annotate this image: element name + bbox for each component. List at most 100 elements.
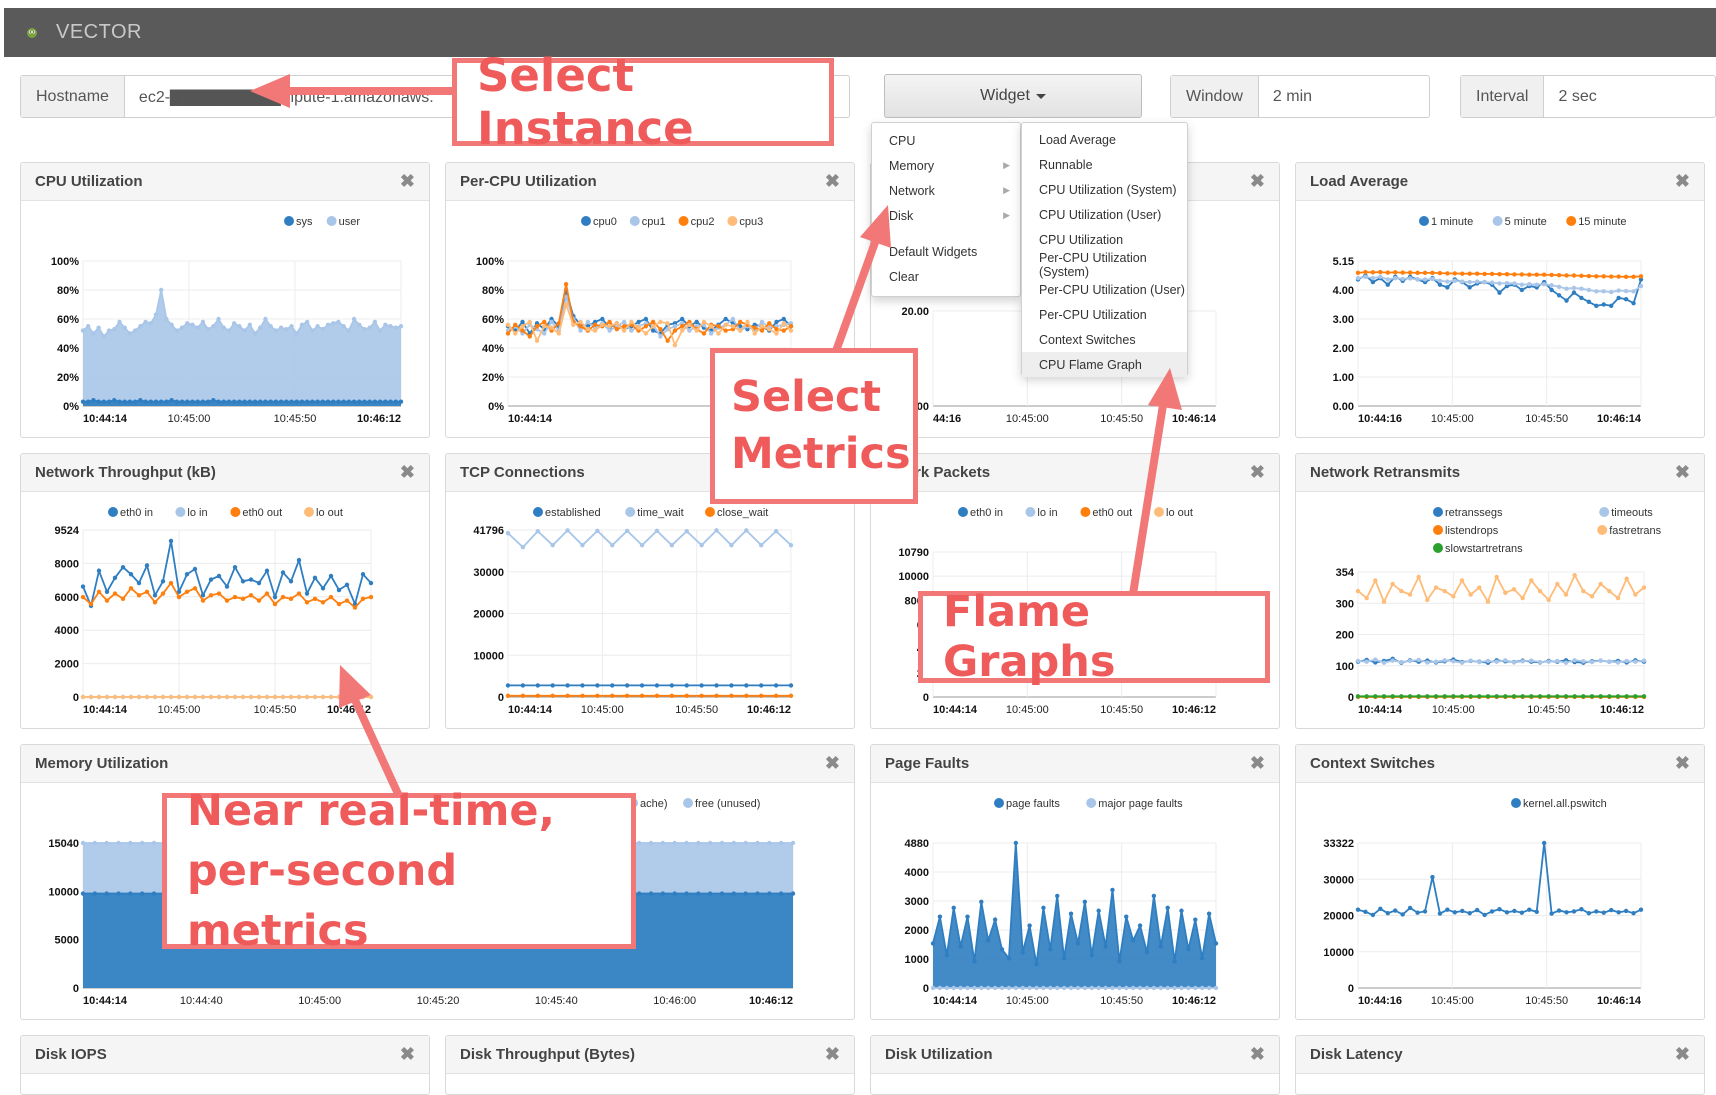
legend-marker: [1492, 216, 1503, 226]
close-icon[interactable]: ✖: [400, 1044, 415, 1065]
data-point: [513, 322, 518, 327]
data-point: [216, 316, 221, 322]
close-icon[interactable]: ✖: [825, 1044, 840, 1065]
close-icon[interactable]: ✖: [1250, 171, 1265, 192]
data-point: [288, 596, 294, 602]
data-point: [592, 328, 598, 333]
data-point: [92, 891, 98, 896]
legend-marker: [1433, 507, 1443, 517]
data-point: [979, 985, 984, 991]
close-icon[interactable]: ✖: [1250, 462, 1265, 483]
data-point: [174, 399, 180, 404]
data-point: [696, 891, 701, 896]
data-point: [658, 326, 663, 332]
data-point: [273, 399, 279, 404]
menu-item-per-cpu-utilization-user[interactable]: Per-CPU Utilization (User): [1022, 277, 1187, 302]
close-icon[interactable]: ✖: [1250, 753, 1265, 774]
x-tick-label: 10:45:00: [581, 704, 624, 716]
data-point: [535, 528, 540, 534]
data-point: [312, 694, 318, 700]
legend-item: listendrops: [1433, 525, 1499, 537]
data-point: [80, 891, 86, 896]
close-icon[interactable]: ✖: [825, 753, 840, 774]
data-point: [1581, 588, 1586, 594]
widget-dropdown-button[interactable]: Widget: [884, 74, 1142, 118]
menu-item-cpu-flame-graph[interactable]: CPU Flame Graph: [1022, 352, 1187, 377]
data-point: [1571, 909, 1577, 914]
y-tick-label: 0: [73, 692, 79, 704]
legend-marker: [1419, 216, 1429, 226]
close-icon[interactable]: ✖: [1675, 1044, 1690, 1065]
data-point: [636, 325, 641, 330]
menu-item-cpu-utilization-system[interactable]: CPU Utilization (System): [1022, 177, 1187, 202]
data-point: [580, 693, 585, 699]
panel-title: Disk Throughput (Bytes): [460, 1046, 635, 1063]
menu-item-per-cpu-utilization-system[interactable]: Per-CPU Utilization (System): [1022, 251, 1187, 279]
data-point: [1027, 985, 1032, 991]
legend-label: listendrops: [1445, 525, 1499, 537]
data-point: [930, 941, 936, 946]
data-point: [101, 334, 107, 339]
menu-item-cpu-utilization[interactable]: CPU Utilization: [1022, 227, 1187, 252]
data-point: [352, 694, 358, 700]
data-point: [1485, 599, 1491, 604]
data-point: [96, 694, 102, 700]
menu-item-cpu[interactable]: CPU: [872, 128, 1020, 153]
menu-item-cpu-utilization-user[interactable]: CPU Utilization (User): [1022, 202, 1187, 227]
data-point: [585, 319, 591, 325]
data-point: [1556, 293, 1562, 298]
data-point: [556, 331, 561, 336]
close-icon[interactable]: ✖: [1250, 1044, 1265, 1065]
data-point: [320, 326, 326, 332]
menu-item-disk[interactable]: Disk ▶: [872, 203, 1020, 228]
menu-item-load-average[interactable]: Load Average: [1022, 127, 1187, 152]
data-point: [672, 324, 678, 329]
panel-disk-throughput: Disk Throughput (Bytes) ✖: [445, 1035, 855, 1095]
data-point: [1572, 572, 1577, 578]
close-icon[interactable]: ✖: [400, 462, 415, 483]
data-point: [965, 914, 970, 919]
window-input[interactable]: 2 min: [1259, 76, 1429, 117]
data-point: [1206, 911, 1212, 916]
menu-item-context-switches[interactable]: Context Switches: [1022, 327, 1187, 352]
data-point: [1616, 910, 1621, 915]
close-icon[interactable]: ✖: [1675, 171, 1690, 192]
y-tick-label: 0%: [63, 401, 79, 413]
data-point: [226, 399, 232, 404]
close-icon[interactable]: ✖: [1675, 753, 1690, 774]
data-point: [650, 324, 656, 329]
data-point: [1504, 910, 1510, 915]
data-point: [571, 322, 576, 327]
data-point: [160, 579, 166, 584]
data-point: [80, 399, 86, 404]
close-icon[interactable]: ✖: [1675, 462, 1690, 483]
data-point: [629, 328, 634, 333]
y-tick-label: 20%: [57, 372, 79, 384]
data-point: [1571, 273, 1577, 278]
y-tick-label: 0: [923, 692, 929, 704]
data-point: [1124, 985, 1129, 991]
data-point: [743, 891, 748, 896]
panel-cpu-utilization: CPU Utilization ✖ 100% 80% 60% 40% 20% 0% 10:44…: [20, 162, 430, 438]
data-point: [1459, 660, 1465, 665]
close-icon[interactable]: ✖: [825, 171, 840, 192]
close-icon[interactable]: ✖: [400, 171, 415, 192]
menu-item-default-widgets[interactable]: Default Widgets: [872, 239, 1020, 264]
data-point: [168, 694, 174, 700]
data-point: [1615, 694, 1621, 699]
data-point: [200, 399, 206, 404]
menu-item-network[interactable]: Network ▶: [872, 178, 1020, 203]
menu-item-memory[interactable]: Memory ▶: [872, 153, 1020, 178]
menu-item-clear[interactable]: Clear: [872, 264, 1020, 289]
data-point: [643, 316, 649, 322]
data-point: [535, 683, 540, 688]
menu-item-per-cpu-utilization[interactable]: Per-CPU Utilization: [1022, 302, 1187, 327]
x-tick-label: 10:46:00: [653, 995, 696, 1007]
y-tick-label: 4880: [905, 838, 929, 850]
interval-input[interactable]: 2 sec: [1544, 76, 1715, 117]
callout-select-metrics: Select Metrics: [710, 348, 918, 504]
legend-label: ache): [640, 798, 668, 810]
data-point: [1594, 303, 1599, 309]
menu-item-runnable[interactable]: Runnable: [1022, 152, 1187, 177]
x-tick-label: 10:46:12: [1600, 704, 1644, 716]
